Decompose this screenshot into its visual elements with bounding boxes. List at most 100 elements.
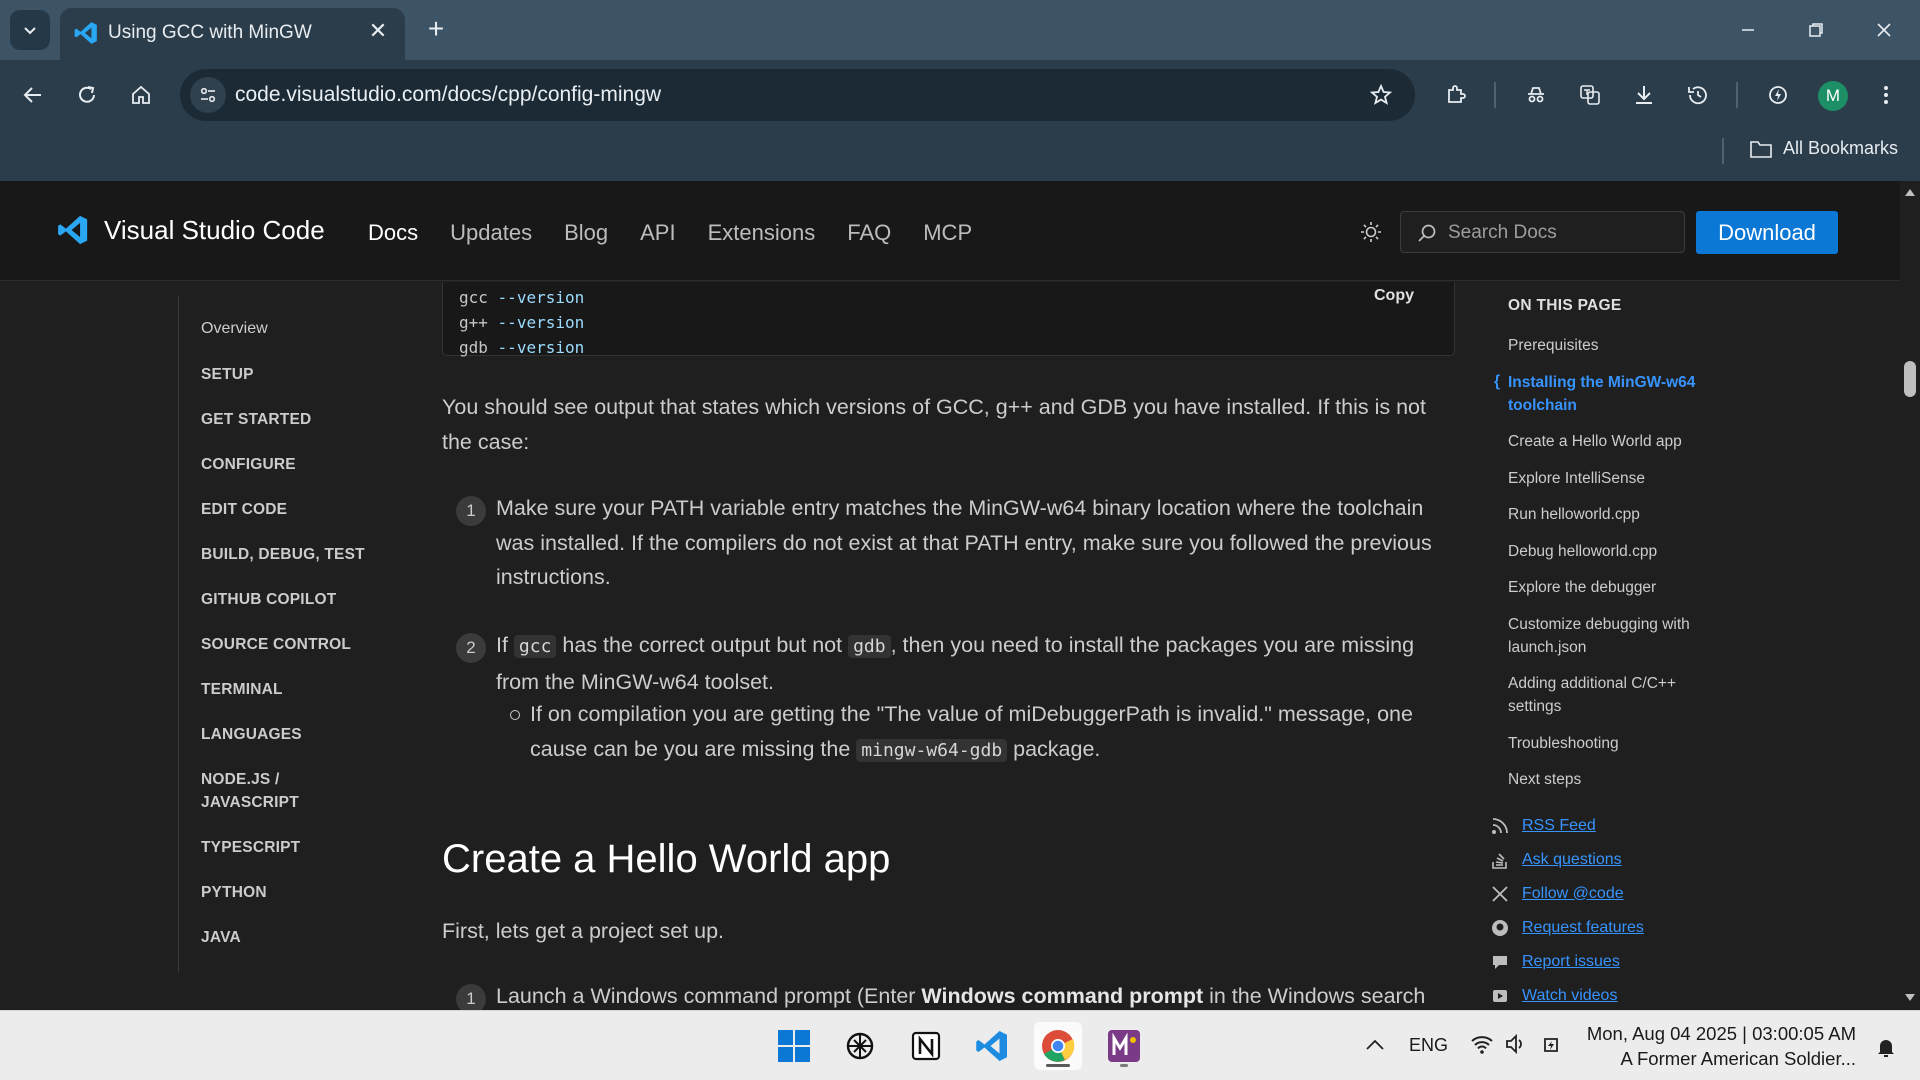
chatgpt-app[interactable]: [836, 1022, 884, 1070]
stack-overflow-icon: [1492, 852, 1507, 869]
input-language[interactable]: ENG: [1409, 1035, 1448, 1056]
sidebar-item-github-copilot[interactable]: GITHUB COPILOT: [201, 588, 401, 611]
toc-item[interactable]: Explore IntelliSense: [1508, 467, 1718, 490]
sidebar-item-typescript[interactable]: TYPESCRIPT: [201, 836, 401, 859]
search-icon: [1418, 224, 1436, 242]
sidebar-item-languages[interactable]: LANGUAGES: [201, 723, 401, 746]
toc-item[interactable]: Run helloworld.cpp: [1508, 503, 1718, 526]
bookmark-star-icon[interactable]: [1369, 83, 1393, 107]
sub-bullet-item: If on compilation you are getting the "T…: [510, 697, 1450, 768]
ask-questions-link[interactable]: Ask questions: [1490, 848, 1730, 871]
close-window-button[interactable]: [1862, 10, 1906, 50]
tune-icon: [200, 87, 216, 103]
download-icon: [1636, 86, 1652, 104]
nav-mcp[interactable]: MCP: [923, 220, 972, 246]
watch-videos-link[interactable]: Watch videos: [1490, 984, 1730, 1007]
copy-code-button[interactable]: Copy: [1374, 287, 1414, 305]
sun-icon: [1361, 222, 1381, 242]
toc-item[interactable]: Troubleshooting: [1508, 732, 1718, 755]
reload-button[interactable]: [69, 77, 105, 113]
system-clock[interactable]: Mon, Aug 04 2025 | 03:00:05 AM A Former …: [1587, 1021, 1856, 1071]
close-tab-icon[interactable]: ✕: [365, 18, 391, 44]
sidebar-item-get-started[interactable]: GET STARTED: [201, 408, 401, 431]
address-bar[interactable]: code.visualstudio.com/docs/cpp/config-mi…: [180, 69, 1415, 121]
new-tab-button[interactable]: +: [420, 14, 452, 46]
incognito-button[interactable]: [1518, 77, 1554, 113]
chevron-up-icon[interactable]: [1364, 1037, 1386, 1053]
toc-item[interactable]: Adding additional C/C++ settings: [1508, 672, 1718, 718]
sidebar-item-nodejs[interactable]: NODE.JS / JAVASCRIPT: [201, 768, 311, 814]
nav-api[interactable]: API: [640, 220, 675, 246]
scroll-down-icon[interactable]: [1904, 993, 1916, 1003]
nav-docs[interactable]: Docs: [368, 220, 418, 246]
url-text[interactable]: code.visualstudio.com/docs/cpp/config-mi…: [235, 83, 661, 107]
sidebar-item-python[interactable]: PYTHON: [201, 881, 401, 904]
volume-icon[interactable]: [1504, 1033, 1528, 1055]
chrome-app[interactable]: [1034, 1022, 1082, 1070]
rss-icon: [1492, 817, 1508, 834]
minimize-button[interactable]: [1726, 10, 1770, 50]
tab-search-button[interactable]: [10, 10, 50, 50]
vscode-logo-icon: [976, 1031, 1007, 1061]
history-button[interactable]: [1680, 77, 1716, 113]
toc-item-active[interactable]: Installing the MinGW-w64 toolchain: [1494, 370, 1718, 417]
search-input[interactable]: [1448, 219, 1668, 247]
chrome-menu-button[interactable]: [1868, 77, 1904, 113]
toc-item[interactable]: Customize debugging with launch.json: [1508, 613, 1718, 659]
follow-code-link[interactable]: Follow @code: [1490, 882, 1730, 905]
start-button[interactable]: [770, 1022, 818, 1070]
sidebar-item-source-control[interactable]: SOURCE CONTROL: [201, 633, 401, 656]
battery-charging-icon[interactable]: [1540, 1033, 1566, 1055]
puzzle-icon: [1448, 85, 1466, 103]
toc-list: Prerequisites Installing the MinGW-w64 t…: [1494, 334, 1718, 805]
home-button[interactable]: [123, 77, 159, 113]
extensions-button[interactable]: [1438, 77, 1474, 113]
vscode-app[interactable]: [968, 1022, 1016, 1070]
report-issues-link[interactable]: Report issues: [1490, 950, 1730, 973]
sidebar-item-build-debug-test[interactable]: BUILD, DEBUG, TEST: [201, 543, 401, 566]
back-button[interactable]: [15, 77, 51, 113]
windows-taskbar: ENG Mon, Aug 04 2025 | 03:00:05 AM A For…: [0, 1010, 1920, 1080]
all-bookmarks-button[interactable]: All Bookmarks: [1749, 138, 1898, 159]
toc-item[interactable]: Prerequisites: [1508, 334, 1718, 357]
sidebar-item-setup[interactable]: SETUP: [201, 363, 401, 386]
nav-faq[interactable]: FAQ: [847, 220, 891, 246]
toc-title: ON THIS PAGE: [1508, 297, 1622, 314]
toc-item[interactable]: Explore the debugger: [1508, 576, 1718, 599]
restore-button[interactable]: [1794, 10, 1838, 50]
app-m-icon: [1108, 1030, 1140, 1062]
sidebar-item-terminal[interactable]: TERMINAL: [201, 678, 401, 701]
notion-app[interactable]: [902, 1022, 950, 1070]
vscode-logo-icon: [74, 22, 97, 44]
scroll-up-icon[interactable]: [1904, 187, 1916, 197]
wifi-icon[interactable]: [1470, 1033, 1494, 1055]
paragraph: First, lets get a project set up.: [442, 919, 725, 943]
downloads-button[interactable]: [1626, 77, 1662, 113]
nav-extensions[interactable]: Extensions: [708, 220, 816, 246]
sidebar-item-edit-code[interactable]: EDIT CODE: [201, 498, 401, 521]
scrollbar-thumb[interactable]: [1904, 361, 1916, 397]
toc-item[interactable]: Debug helloworld.cpp: [1508, 540, 1718, 563]
notification-bell-icon[interactable]: [1874, 1035, 1898, 1059]
site-info-button[interactable]: [190, 77, 226, 113]
performance-button[interactable]: [1760, 77, 1796, 113]
download-button[interactable]: Download: [1696, 211, 1838, 254]
brand-link[interactable]: Visual Studio Code: [56, 213, 325, 247]
profile-avatar[interactable]: M: [1818, 81, 1848, 111]
request-features-link[interactable]: Request features: [1490, 916, 1730, 939]
nav-blog[interactable]: Blog: [564, 220, 608, 246]
rss-feed-link[interactable]: RSS Feed: [1490, 814, 1730, 837]
browser-tab-active[interactable]: Using GCC with MinGW ✕: [60, 8, 405, 60]
toc-item[interactable]: Next steps: [1508, 768, 1718, 791]
translate-button[interactable]: [1572, 77, 1608, 113]
toc-item[interactable]: Create a Hello World app: [1508, 430, 1718, 453]
sidebar-item-configure[interactable]: CONFIGURE: [201, 453, 401, 476]
nav-updates[interactable]: Updates: [450, 220, 532, 246]
chrome-icon: [1042, 1030, 1075, 1062]
sidebar-item-overview[interactable]: Overview: [201, 320, 268, 338]
page-scrollbar[interactable]: [1900, 181, 1920, 1010]
m2-app[interactable]: [1100, 1022, 1148, 1070]
theme-toggle-button[interactable]: [1356, 217, 1386, 247]
search-docs-box[interactable]: [1400, 211, 1685, 253]
sidebar-item-java[interactable]: JAVA: [201, 926, 401, 949]
